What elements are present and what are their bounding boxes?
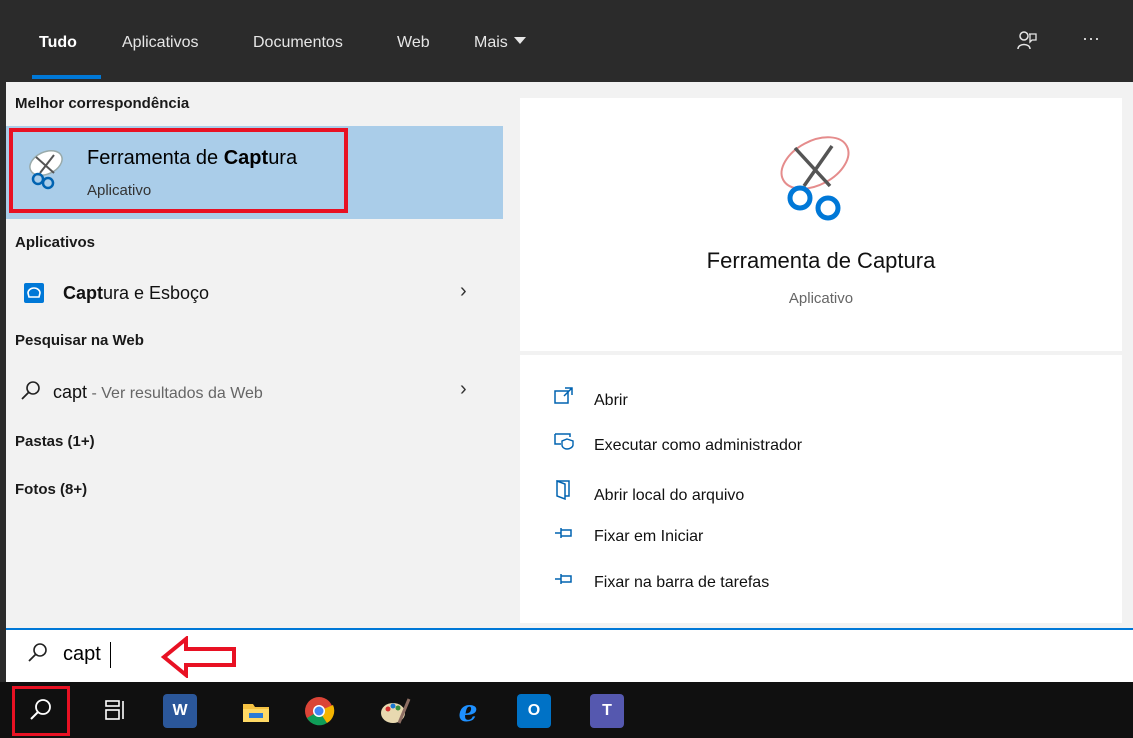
admin-shield-icon bbox=[554, 432, 582, 455]
annotation-highlight-box bbox=[9, 128, 348, 213]
outlook-icon[interactable]: O bbox=[517, 694, 551, 728]
snipping-tool-large-icon bbox=[770, 128, 870, 228]
text-cursor bbox=[110, 642, 111, 668]
annotation-arrow bbox=[160, 634, 238, 683]
more-options-icon[interactable]: ··· bbox=[1082, 28, 1100, 49]
tab-mais[interactable]: Mais bbox=[474, 34, 526, 54]
preview-app-name: Ferramenta de Captura bbox=[706, 248, 936, 273]
tab-tudo[interactable]: Tudo bbox=[39, 34, 77, 54]
open-icon bbox=[554, 387, 582, 410]
task-view-icon[interactable] bbox=[104, 699, 128, 726]
tab-mais-label: Mais bbox=[474, 34, 508, 51]
search-input[interactable]: capt bbox=[63, 643, 101, 666]
action-pin-taskbar[interactable]: Fixar na barra de tarefas bbox=[554, 571, 769, 592]
tab-aplicativos[interactable]: Aplicativos bbox=[122, 34, 198, 54]
action-open-file-location[interactable]: Abrir local do arquivo bbox=[554, 479, 744, 505]
action-abrir[interactable]: Abrir bbox=[554, 387, 628, 410]
chevron-right-icon[interactable]: › bbox=[460, 280, 467, 303]
chrome-icon[interactable] bbox=[302, 694, 336, 728]
pin-taskbar-icon bbox=[554, 571, 582, 592]
tab-web[interactable]: Web bbox=[397, 34, 430, 54]
web-search-header: Pesquisar na Web bbox=[15, 332, 144, 349]
search-icon bbox=[27, 642, 49, 669]
action-run-as-admin[interactable]: Executar como administrador bbox=[554, 432, 802, 455]
snip-sketch-icon bbox=[24, 283, 44, 303]
paint-icon[interactable] bbox=[378, 694, 412, 728]
tab-documentos[interactable]: Documentos bbox=[253, 34, 343, 54]
photos-category[interactable]: Fotos (8+) bbox=[15, 481, 87, 498]
ie-icon[interactable]: e bbox=[451, 694, 485, 729]
feedback-icon[interactable] bbox=[1016, 30, 1038, 57]
pin-icon bbox=[554, 525, 582, 546]
annotation-taskbar-search-box bbox=[12, 686, 70, 736]
chevron-right-icon[interactable]: › bbox=[460, 378, 467, 401]
active-tab-indicator bbox=[32, 75, 101, 79]
chevron-down-icon bbox=[513, 37, 526, 44]
app-item-captura-esboco[interactable]: Captura e Esboço bbox=[63, 283, 209, 304]
apps-header: Aplicativos bbox=[15, 234, 96, 251]
file-location-icon bbox=[554, 479, 582, 505]
web-result-item[interactable]: capt - Ver resultados da Web bbox=[53, 382, 263, 403]
preview-app-type: Aplicativo bbox=[788, 290, 854, 307]
teams-icon[interactable]: T bbox=[590, 694, 624, 728]
file-explorer-icon[interactable] bbox=[239, 694, 273, 728]
folders-category[interactable]: Pastas (1+) bbox=[15, 433, 95, 450]
action-pin-start[interactable]: Fixar em Iniciar bbox=[554, 525, 703, 546]
word-icon[interactable]: W bbox=[163, 694, 197, 728]
best-match-header: Melhor correspondência bbox=[15, 95, 190, 112]
search-icon bbox=[20, 380, 42, 407]
